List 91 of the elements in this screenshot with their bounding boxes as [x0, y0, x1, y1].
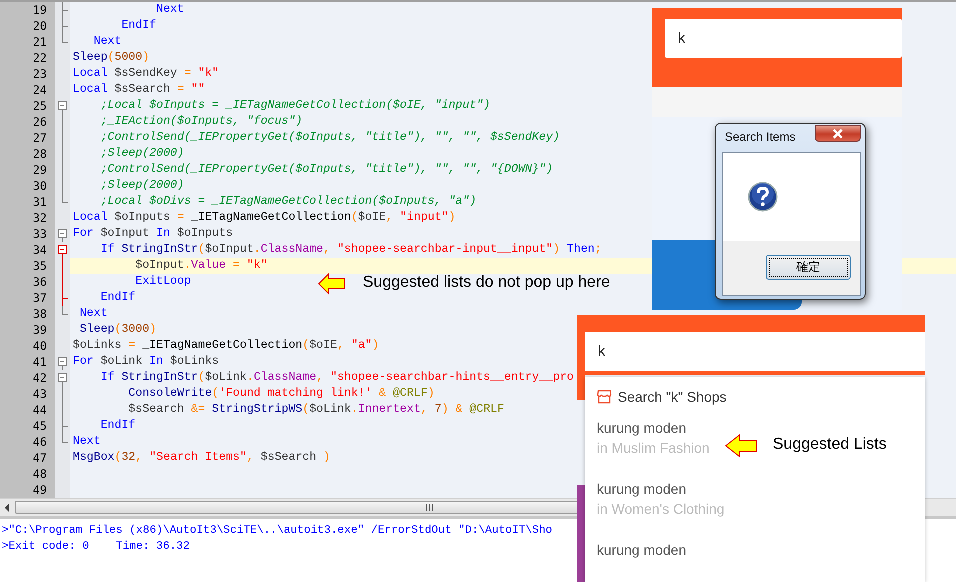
code-line: ;Local $oDivs = _IETagNameGetCollection($oInputs, "a") — [100, 194, 477, 210]
suggestion-category: in Women's Clothing — [597, 500, 725, 519]
line-number: 35 — [32, 258, 48, 274]
code-line: Sleep(5000) — [72, 50, 150, 66]
code-line: $sSearch &= StringStripWS($oLink.Innertext, 7) & @CRLF — [128, 402, 504, 418]
suggestion-item[interactable]: kurung moden in Muslim Fashion — [585, 407, 718, 468]
question-icon — [748, 182, 778, 212]
collapse-icon[interactable] — [58, 354, 67, 370]
window-title: Search Items — [725, 130, 796, 144]
code-line: Next — [92, 34, 122, 50]
code-line: ;ControlSend(_IEPropertyGet($oInputs, "title"), "", "", $sSendKey) — [100, 130, 560, 146]
annotation-text: Suggested lists do not pop up here — [363, 274, 610, 292]
line-number: 33 — [32, 226, 48, 242]
line-number: 20 — [32, 18, 48, 34]
search-field[interactable]: k — [665, 19, 902, 58]
shop-search-item[interactable]: Search "k" Shops — [585, 377, 925, 407]
code-line: EndIf — [120, 18, 156, 34]
code-line: Local $oInputs = _IETagNameGetCollection($oIE, "input") — [72, 210, 456, 226]
code-line: Next — [72, 434, 101, 450]
line-number: 42 — [32, 370, 48, 386]
line-number: 27 — [32, 130, 48, 146]
code-line: $oLinks = _IETagNameGetCollection($oIE, "a") — [72, 338, 380, 354]
code-line: ;ControlSend(_IEPropertyGet($oInputs, "title"), "", "", "{DOWN}") — [100, 162, 554, 178]
line-number: 41 — [32, 354, 48, 370]
code-line: $oInput.Value = "k" — [134, 258, 268, 274]
left-arrow-icon — [4, 504, 10, 512]
suggestion-category: in Muslim Fashion — [597, 439, 710, 458]
line-number: 25 — [32, 98, 48, 114]
suggestion-term: kurung moden — [597, 541, 687, 560]
line-number: 30 — [32, 178, 48, 194]
collapse-icon[interactable] — [58, 226, 67, 242]
search-field[interactable]: k — [585, 332, 925, 371]
collapse-icon[interactable] — [58, 98, 67, 114]
output-line: >"C:\Program Files (x86)\AutoIt3\SciTE\..\autoit3.exe" /ErrorStdOut "D:\AutoIT\Sho — [1, 524, 553, 539]
suggestion-item[interactable]: kurung moden in Women's Clothing — [585, 468, 733, 529]
code-line: ConsoleWrite('Found matching link!' & @CRLF) — [128, 386, 435, 402]
line-number: 22 — [32, 50, 48, 66]
shop-search-label: Search "k" Shops — [618, 389, 727, 405]
code-line: Local $sSendKey = "k" — [72, 66, 220, 82]
code-line: Next — [78, 306, 108, 322]
line-number: 21 — [32, 34, 48, 50]
line-number: 24 — [32, 82, 48, 98]
code-line: Local $sSearch = "" — [72, 82, 206, 98]
code-line: EndIf — [100, 418, 136, 434]
collapse-icon[interactable] — [58, 242, 67, 258]
code-line: If StringInStr($oLink.ClassName, "shopee-searchbar-hints__entry__pro — [100, 370, 574, 386]
line-number: 23 — [32, 66, 48, 82]
line-number: 31 — [32, 194, 48, 210]
line-number: 38 — [32, 306, 48, 322]
shop-icon — [597, 390, 612, 404]
line-number: 26 — [32, 114, 48, 130]
code-line: ;Sleep(2000) — [100, 178, 184, 194]
code-line: EndIf — [100, 290, 136, 306]
code-line: Next — [155, 2, 184, 18]
suggestion-term: kurung moden — [597, 419, 687, 438]
line-number: 28 — [32, 146, 48, 162]
arrow-icon — [318, 273, 346, 295]
line-number: 46 — [32, 434, 48, 450]
annotation-text: Suggested Lists — [773, 436, 887, 454]
line-number: 39 — [32, 322, 48, 338]
code-line: ;Sleep(2000) — [100, 146, 184, 162]
code-line: For $oLink In $oLinks — [72, 354, 220, 370]
line-number: 47 — [32, 450, 48, 466]
output-line: >Exit code: 0 Time: 36.32 — [1, 540, 190, 555]
ok-button[interactable]: 確定 — [766, 255, 851, 280]
line-number: 40 — [32, 338, 48, 354]
collapse-icon[interactable] — [58, 370, 67, 386]
code-line: MsgBox(32, "Search Items", $sSearch ) — [72, 450, 330, 466]
code-line: If StringInStr($oInput.ClassName, "shopee-searchbar-input__input") Then; — [100, 242, 602, 258]
code-line: ;_IEAction($oInputs, "focus") — [100, 114, 303, 130]
suggestion-term: kurung moden — [597, 480, 687, 499]
grip-icon — [426, 504, 434, 511]
line-number: 49 — [32, 482, 48, 498]
line-number: 36 — [32, 274, 48, 290]
suggestion-item[interactable]: kurung moden — [585, 529, 695, 582]
line-number: 29 — [32, 162, 48, 178]
code-line: ExitLoop — [134, 274, 192, 290]
line-number: 34 — [32, 242, 48, 258]
line-number: 37 — [32, 290, 48, 306]
line-number: 32 — [32, 210, 48, 226]
code-line: Sleep(3000) — [78, 322, 157, 338]
arrow-icon — [725, 434, 758, 458]
line-number: 43 — [32, 386, 48, 402]
code-line: For $oInput In $oInputs — [72, 226, 234, 242]
close-button[interactable] — [815, 125, 861, 142]
line-number: 19 — [32, 2, 48, 18]
line-number: 44 — [32, 402, 48, 418]
line-number: 45 — [32, 418, 48, 434]
close-icon — [832, 128, 844, 138]
code-line: ;Local $oInputs = _IETagNameGetCollection($oIE, "input") — [100, 98, 490, 114]
line-number: 48 — [32, 466, 48, 482]
